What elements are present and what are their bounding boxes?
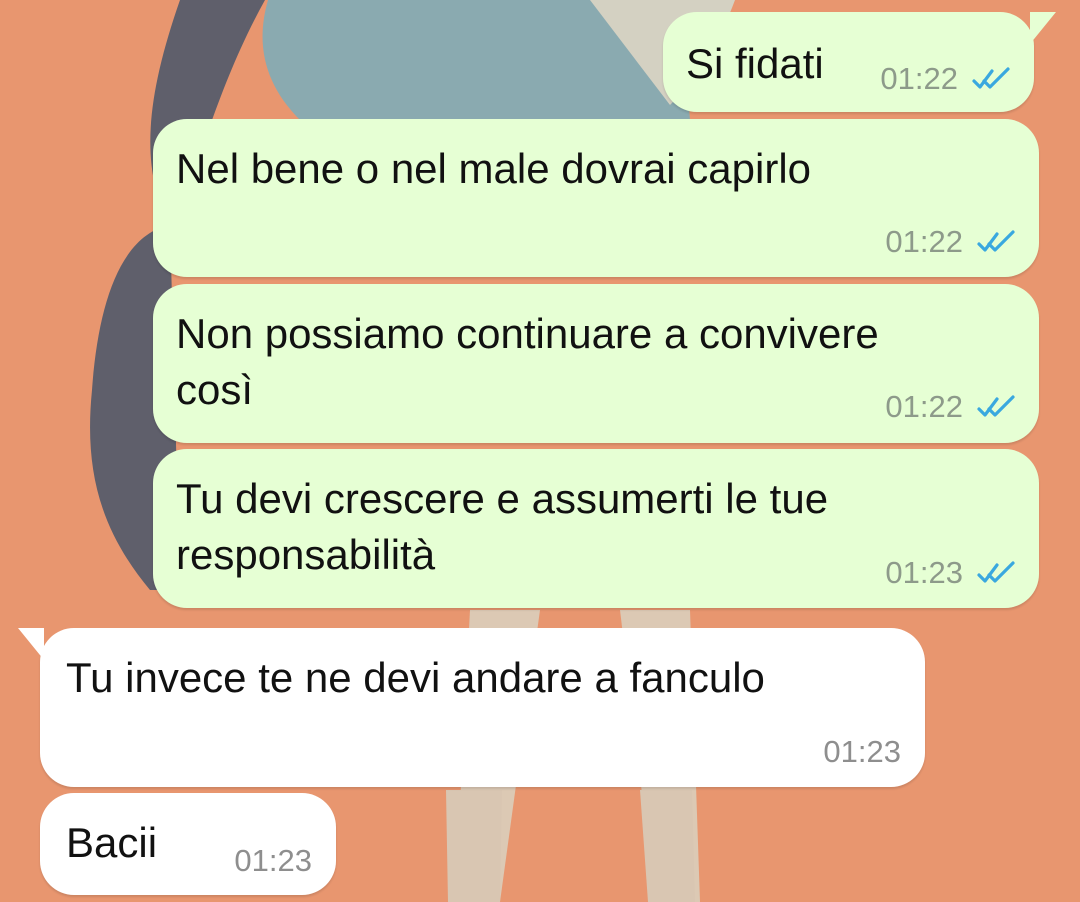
message-text: Non possiamo continuare a convivere così — [176, 310, 879, 413]
message-meta: 01:23 — [823, 734, 901, 770]
message-meta: 01:22 — [885, 389, 1019, 425]
message-time: 01:23 — [234, 843, 312, 878]
message-bubble-incoming-2[interactable]: Bacii 01:23 — [40, 793, 336, 895]
message-time: 01:23 — [823, 734, 901, 769]
message-meta: 01:22 — [880, 61, 1014, 97]
message-bubble-incoming-1[interactable]: Tu invece te ne devi andare a fanculo 01… — [18, 628, 925, 787]
double-check-icon — [977, 395, 1015, 417]
message-bubble-outgoing-2[interactable]: Nel bene o nel male dovrai capirlo 01:22 — [153, 119, 1039, 277]
bubble-tail — [18, 628, 44, 660]
message-text: Bacii — [66, 819, 158, 866]
message-meta: 01:23 — [234, 843, 312, 879]
message-meta: 01:23 — [885, 555, 1019, 591]
message-bubble-outgoing-1[interactable]: Si fidati 01:22 — [663, 12, 1056, 112]
message-bubble-outgoing-4[interactable]: Tu devi crescere e assumerti le tue resp… — [153, 449, 1039, 608]
message-time: 01:22 — [885, 389, 963, 424]
message-text: Nel bene o nel male dovrai capirlo — [176, 145, 812, 192]
message-bubble-outgoing-3[interactable]: Non possiamo continuare a convivere così… — [153, 284, 1039, 443]
message-time: 01:22 — [880, 61, 958, 96]
double-check-icon — [972, 67, 1010, 89]
message-text: Tu invece te ne devi andare a fanculo — [66, 654, 765, 701]
double-check-icon — [977, 230, 1015, 252]
message-text: Si fidati — [686, 40, 824, 87]
double-check-icon — [977, 561, 1015, 583]
bubble-tail — [1030, 12, 1056, 44]
message-time: 01:22 — [885, 224, 963, 259]
message-text: Tu devi crescere e assumerti le tue resp… — [176, 475, 829, 578]
message-meta: 01:22 — [885, 224, 1019, 260]
message-time: 01:23 — [885, 555, 963, 590]
